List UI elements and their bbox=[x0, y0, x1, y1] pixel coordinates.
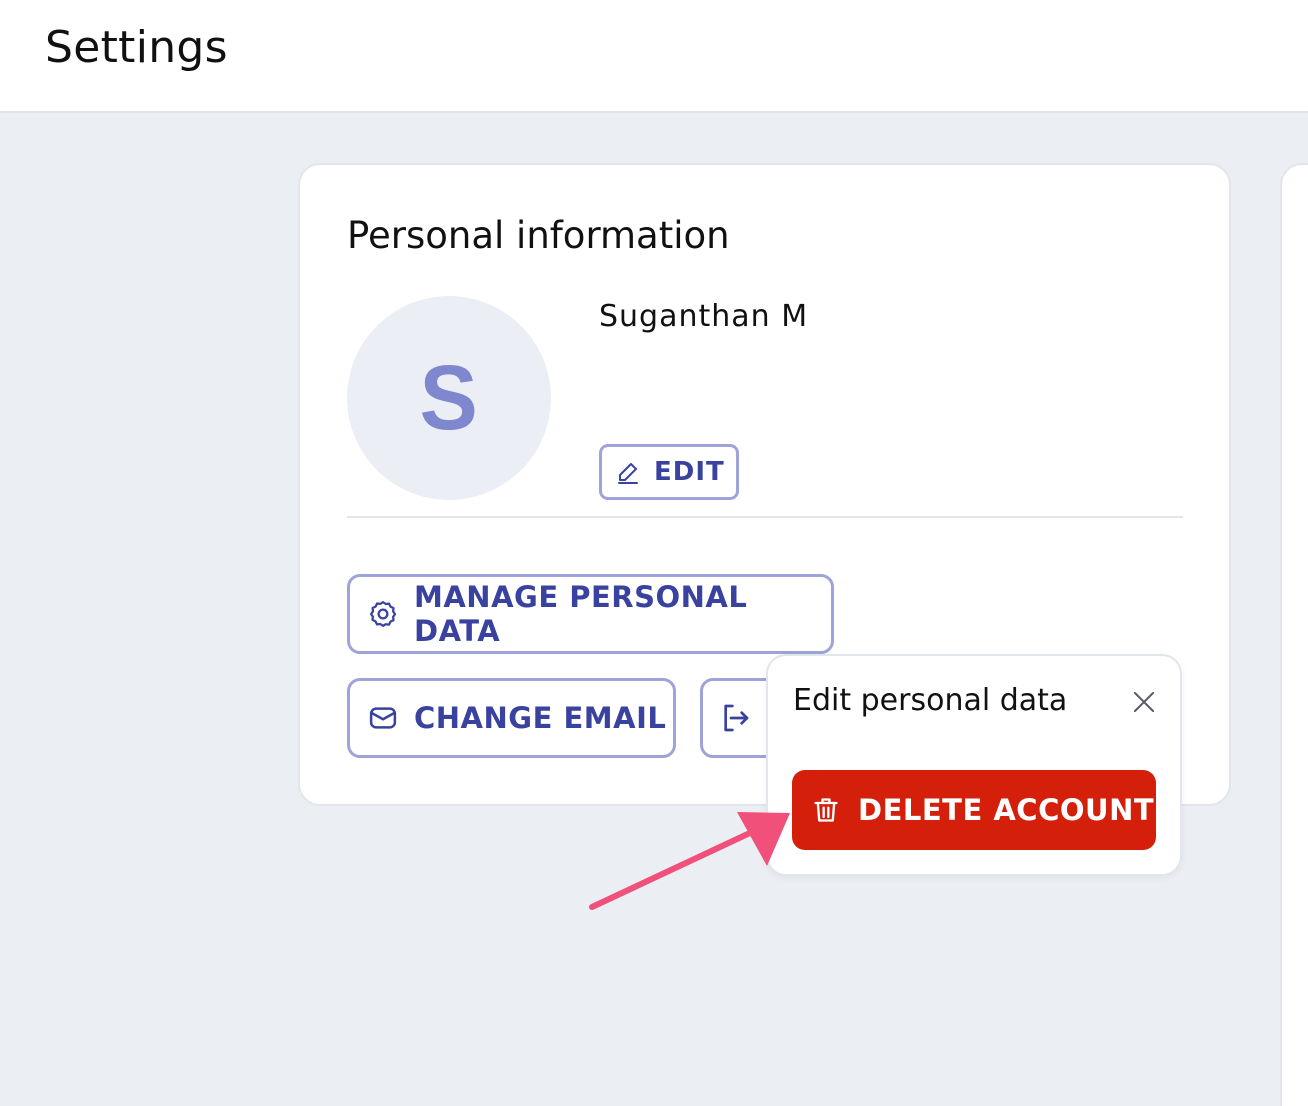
change-email-button[interactable]: CHANGE EMAIL bbox=[347, 678, 676, 758]
change-email-label: CHANGE EMAIL bbox=[414, 701, 667, 735]
close-popover-button[interactable] bbox=[1128, 686, 1160, 718]
close-icon bbox=[1134, 692, 1154, 712]
trash-icon bbox=[814, 798, 838, 822]
side-card bbox=[1280, 163, 1308, 1106]
edit-button[interactable]: EDIT bbox=[599, 444, 739, 500]
logout-icon bbox=[724, 704, 749, 732]
user-name: Suganthan M bbox=[599, 299, 809, 334]
pencil-icon bbox=[618, 463, 638, 484]
divider bbox=[347, 516, 1183, 518]
manage-personal-data-label: MANAGE PERSONAL DATA bbox=[414, 580, 748, 648]
mail-icon bbox=[369, 707, 397, 729]
avatar: S bbox=[347, 296, 551, 500]
gear-icon bbox=[370, 601, 397, 627]
edit-button-label: EDIT bbox=[654, 457, 725, 487]
manage-personal-data-button[interactable]: MANAGE PERSONAL DATA bbox=[347, 574, 834, 654]
avatar-initial: S bbox=[419, 347, 479, 449]
top-bar: Settings bbox=[0, 0, 1308, 113]
card-title: Personal information bbox=[347, 214, 730, 257]
page-title: Settings bbox=[45, 22, 228, 73]
delete-account-button[interactable]: DELETE ACCOUNT bbox=[792, 770, 1156, 850]
popover-title: Edit personal data bbox=[793, 683, 1068, 718]
delete-account-label: DELETE ACCOUNT bbox=[858, 793, 1155, 827]
